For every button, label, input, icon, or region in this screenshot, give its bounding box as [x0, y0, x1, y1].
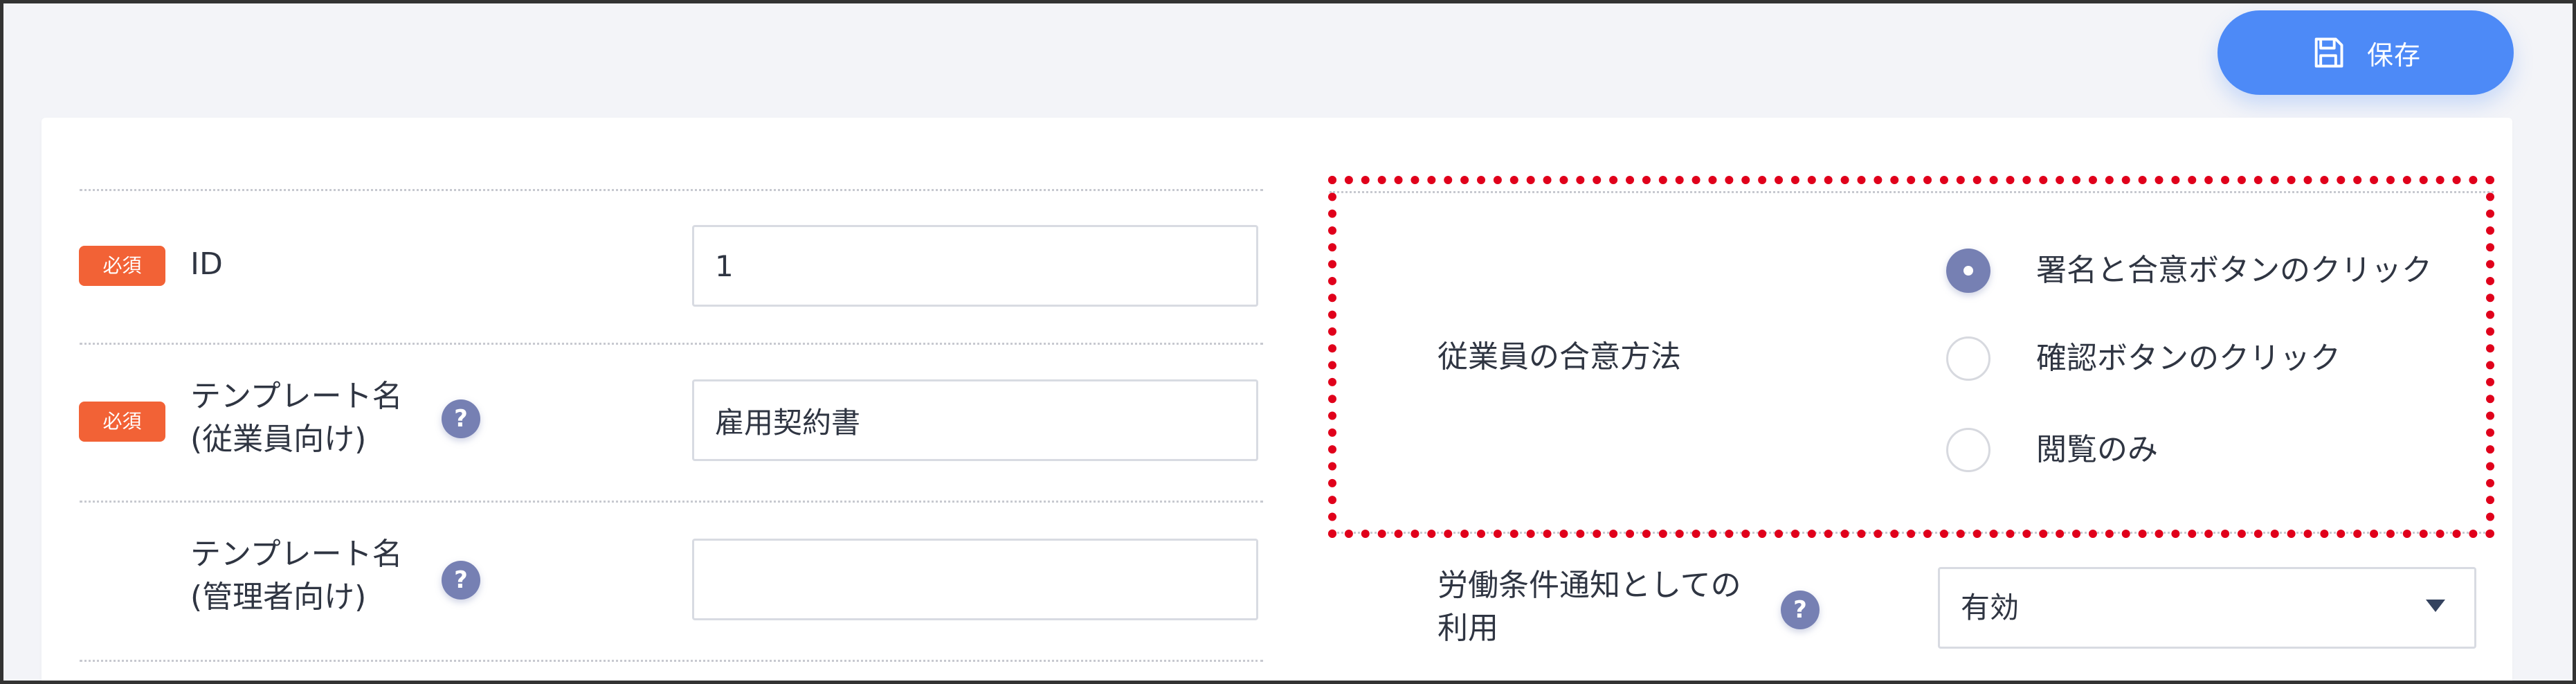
consent-option-label: 署名と合意ボタンのクリック — [2036, 253, 2432, 288]
row-separator — [80, 189, 1263, 191]
labor-notice-select[interactable]: 有効 — [1938, 567, 2476, 649]
required-badge: 必須 — [79, 246, 165, 286]
save-button[interactable]: 保存 — [2217, 10, 2514, 95]
id-input[interactable] — [692, 225, 1258, 307]
template-name-admin-label-line2: (管理者向け) — [190, 579, 367, 615]
template-name-admin-label: テンプレート名 (管理者向け) — [190, 533, 403, 619]
consent-option-signature-and-click[interactable]: 署名と合意ボタンのクリック — [1946, 246, 2472, 297]
template-name-employee-input[interactable] — [692, 379, 1258, 461]
id-label: ID — [190, 246, 223, 282]
help-icon[interactable]: ? — [442, 399, 480, 438]
template-name-employee-label: テンプレート名 (従業員向け) — [190, 375, 403, 461]
save-button-label: 保存 — [2366, 39, 2421, 71]
row-separator — [80, 660, 1263, 662]
help-icon[interactable]: ? — [1781, 591, 1820, 629]
required-badge: 必須 — [79, 402, 165, 442]
consent-option-confirm-click[interactable]: 確認ボタンのクリック — [1946, 334, 2472, 385]
template-name-employee-label-line1: テンプレート名 — [190, 379, 403, 414]
row-separator — [80, 343, 1263, 345]
radio-button[interactable] — [1946, 249, 1990, 293]
consent-option-view-only[interactable]: 閲覧のみ — [1946, 425, 2472, 476]
consent-option-label: 確認ボタンのクリック — [2036, 341, 2341, 376]
labor-notice-label: 労働条件通知としての 利用 — [1437, 564, 1770, 650]
template-name-admin-label-line1: テンプレート名 — [190, 537, 403, 572]
consent-option-label: 閲覧のみ — [2036, 432, 2158, 467]
radio-button[interactable] — [1946, 336, 1990, 381]
radio-button[interactable] — [1946, 428, 1990, 472]
chevron-down-icon — [2426, 600, 2445, 612]
screen-frame: 保存 必須 ID 必須 テンプレート名 (従業員向け) ? テンプレート名 (管… — [0, 0, 2576, 684]
template-name-admin-input[interactable] — [692, 539, 1258, 620]
consent-method-label: 従業員の合意方法 — [1437, 339, 1681, 375]
help-icon[interactable]: ? — [442, 561, 480, 600]
template-name-employee-label-line2: (従業員向け) — [190, 422, 367, 457]
floppy-disk-icon — [2310, 35, 2346, 71]
row-separator — [80, 501, 1263, 503]
labor-notice-selected-value: 有効 — [1961, 591, 2020, 624]
radio-selected-dot — [1963, 266, 1973, 276]
labor-notice-label-line2: 利用 — [1437, 611, 1498, 646]
labor-notice-label-line1: 労働条件通知としての — [1437, 568, 1741, 603]
